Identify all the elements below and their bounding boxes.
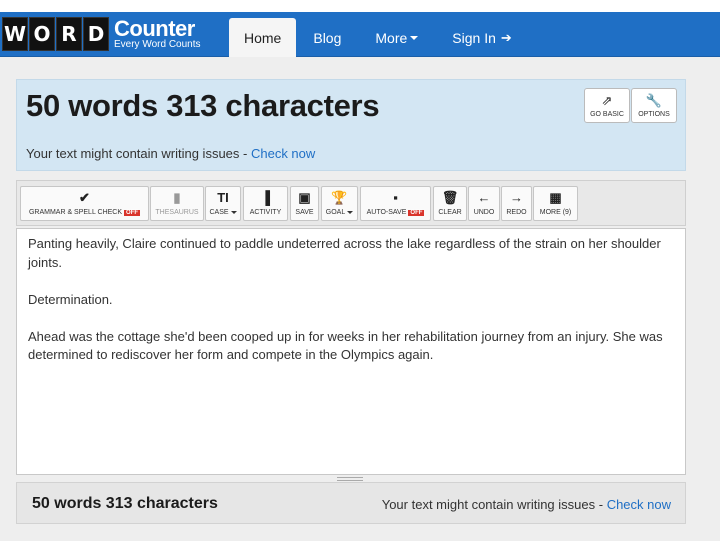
activity-button[interactable]: ▐ ACTIVITY	[243, 186, 288, 221]
text-case-icon: TI	[217, 190, 229, 205]
grammar-check-button[interactable]: ✔ GRAMMAR & SPELL CHECK OFF	[20, 186, 149, 221]
editor-paragraph: Determination.	[28, 291, 113, 307]
editor-toolbar: ✔ GRAMMAR & SPELL CHECK OFF ▮ THESAURUS T…	[16, 180, 686, 226]
editor-paragraph: Ahead was the cottage she'd been cooped …	[28, 328, 663, 363]
logo-title: Counter	[114, 16, 195, 41]
wrench-icon: 🔧	[645, 92, 663, 108]
navbar: W O R D Counter Every Word Counts Home B…	[0, 12, 720, 57]
go-basic-label: GO BASIC	[590, 110, 624, 118]
footer-warning: Your text might contain writing issues -…	[382, 497, 671, 512]
nav-blog[interactable]: Blog	[296, 18, 358, 57]
options-button[interactable]: 🔧 OPTIONS	[631, 88, 677, 123]
auto-save-label: AUTO-SAVE	[366, 209, 407, 216]
nav-more[interactable]: More	[358, 18, 435, 57]
grammar-off-badge: OFF	[124, 210, 141, 216]
logo-letter-o: O	[29, 17, 55, 51]
thesaurus-label: THESAURUS	[155, 209, 199, 216]
footer-check-now-link[interactable]: Check now	[607, 497, 671, 512]
goal-button[interactable]: 🏆 GOAL	[321, 186, 358, 221]
nav-more-label: More	[375, 29, 408, 46]
logo-letter-d: D	[83, 17, 109, 51]
redo-label: REDO	[506, 209, 527, 216]
auto-save-off-badge: OFF	[408, 210, 425, 216]
arrow-left-icon: ←	[477, 190, 491, 205]
header-panel: 50 words 313 characters Your text might …	[16, 79, 686, 171]
grid-icon: ▦	[549, 190, 562, 205]
case-button[interactable]: TI CASE	[205, 186, 241, 221]
top-strip	[0, 0, 720, 12]
save-button[interactable]: ▣ SAVE	[290, 186, 319, 221]
external-link-icon: ⇗	[601, 92, 613, 108]
header-warning-text: Your text might contain writing issues -	[26, 146, 251, 161]
bar-chart-icon: ▐	[260, 190, 271, 205]
thesaurus-button[interactable]: ▮ THESAURUS	[150, 186, 204, 221]
trash-icon: 🗑	[441, 190, 459, 205]
logo-letter-w: W	[2, 17, 28, 51]
logo-text: Counter Every Word Counts	[114, 18, 201, 50]
logo-letter-r: R	[56, 17, 82, 51]
logo-subtitle: Every Word Counts	[114, 39, 201, 50]
save-file-icon: ▣	[298, 190, 311, 205]
book-icon: ▮	[173, 190, 181, 205]
undo-label: UNDO	[473, 209, 495, 216]
caret-down-icon	[347, 210, 354, 214]
header-check-now-link[interactable]: Check now	[251, 146, 315, 161]
resize-handle[interactable]	[337, 477, 363, 481]
sign-in-icon: ➔	[500, 29, 512, 45]
caret-down-icon	[230, 210, 237, 214]
clear-button[interactable]: 🗑 CLEAR	[433, 186, 467, 221]
save-label: SAVE	[295, 209, 314, 216]
footer-count: 50 words 313 characters	[32, 495, 218, 512]
nav-home[interactable]: Home	[229, 18, 297, 57]
go-basic-button[interactable]: ⇗ GO BASIC	[584, 88, 630, 123]
trophy-icon: 🏆	[331, 190, 348, 205]
grammar-check-label: GRAMMAR & SPELL CHECK	[28, 209, 123, 216]
editor-paragraph: Panting heavily, Claire continued to pad…	[28, 236, 661, 270]
check-icon: ✔	[79, 190, 90, 205]
arrow-right-icon: →	[510, 190, 523, 205]
goal-label: GOAL	[325, 209, 346, 216]
header-warning: Your text might contain writing issues -…	[26, 146, 315, 161]
more-tools-button[interactable]: ▦ MORE (9)	[533, 186, 578, 221]
logo[interactable]: W O R D Counter Every Word Counts	[2, 17, 201, 51]
nav-signin-label: Sign In	[452, 29, 496, 46]
undo-button[interactable]: ← UNDO	[468, 186, 500, 221]
auto-save-button[interactable]: ▪ AUTO-SAVE OFF	[360, 186, 431, 221]
text-editor[interactable]: Panting heavily, Claire continued to pad…	[16, 228, 686, 475]
floppy-disk-icon: ▪	[393, 190, 398, 205]
more-tools-label: MORE (9)	[539, 209, 572, 216]
main-nav: Home Blog More Sign In ➔	[229, 18, 529, 57]
footer-stats: 50 words 313 characters Your text might …	[16, 482, 686, 524]
caret-down-icon	[410, 35, 419, 40]
options-label: OPTIONS	[638, 110, 670, 118]
case-label: CASE	[209, 209, 229, 216]
nav-signin[interactable]: Sign In ➔	[435, 18, 529, 57]
activity-label: ACTIVITY	[249, 209, 282, 216]
footer-warning-text: Your text might contain writing issues -	[381, 497, 607, 512]
redo-button[interactable]: → REDO	[501, 186, 532, 221]
clear-label: CLEAR	[438, 209, 462, 216]
page-title: 50 words 313 characters	[26, 88, 380, 123]
